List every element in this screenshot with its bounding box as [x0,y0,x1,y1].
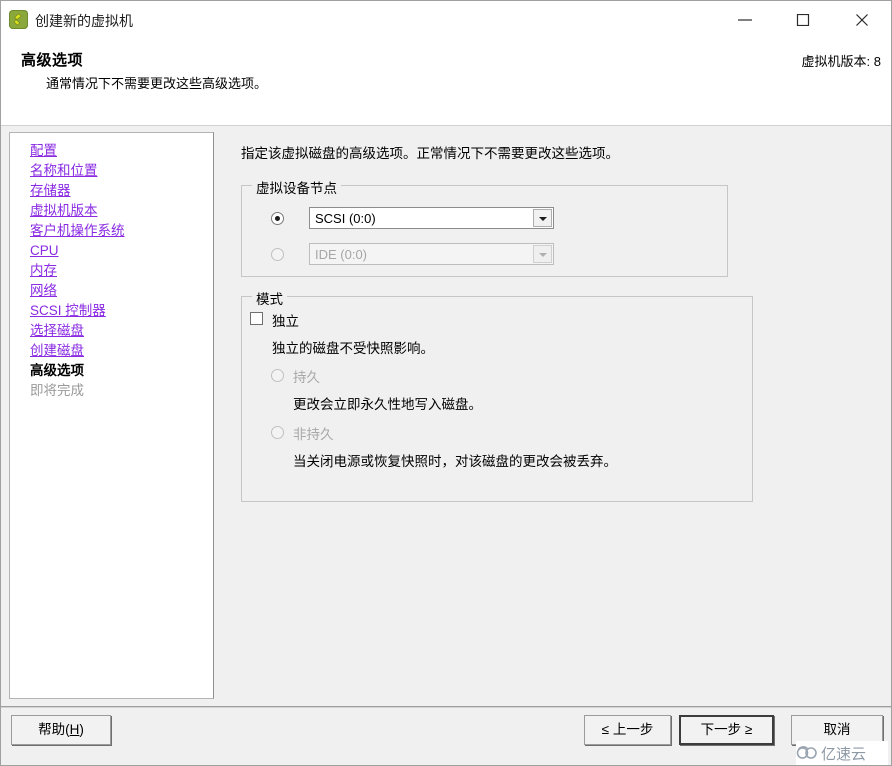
window-title: 创建新的虚拟机 [35,13,133,29]
wizard-header: 高级选项 通常情况下不需要更改这些高级选项。 虚拟机版本: 8 [1,39,891,126]
description-nonpersistent: 当关闭电源或恢复快照时，对该磁盘的更改会被丢弃。 [293,454,617,469]
sidebar-item-storage[interactable]: 存储器 [30,181,213,201]
scsi-node-value: SCSI (0:0) [315,211,376,226]
vm-app-icon [9,10,28,29]
mode-group: 模式 独立 独立的磁盘不受快照影响。 持久 更改会立即永久性地写入磁盘。 非持久… [241,288,753,502]
virtual-device-node-group: 虚拟设备节点 SCSI (0:0) IDE (0:0) [241,177,728,277]
description-independent: 独立的磁盘不受快照影响。 [272,341,434,356]
page-subtitle: 通常情况下不需要更改这些高级选项。 [46,76,268,91]
close-icon [856,14,868,26]
description-persistent: 更改会立即永久性地写入磁盘。 [293,397,482,412]
vm-version-label: 虚拟机版本: 8 [801,54,881,69]
mode-group-title: 模式 [252,288,287,308]
sidebar-item-cpu[interactable]: CPU [30,241,213,261]
help-button-label: 帮助(H) [38,722,84,737]
label-independent: 独立 [272,314,299,329]
sidebar-item-vm-version[interactable]: 虚拟机版本 [30,201,213,221]
cancel-button[interactable]: 取消 [791,715,883,745]
sidebar-item-advanced-options[interactable]: 高级选项 [30,361,213,381]
next-button[interactable]: 下一步 ≥ [679,715,774,745]
ide-node-value: IDE (0:0) [315,247,368,262]
scsi-node-combobox[interactable]: SCSI (0:0) [309,207,554,229]
create-vm-wizard-window: 创建新的虚拟机 高级选项 通常情况下不需要更改这些高级选项。 虚拟机版本: 8 [0,0,892,766]
radio-scsi-node[interactable] [271,212,284,225]
sidebar-item-name-location[interactable]: 名称和位置 [30,161,213,181]
checkbox-independent[interactable] [250,312,263,325]
chevron-down-icon[interactable] [533,209,552,227]
minimize-button[interactable] [722,1,768,37]
title-bar: 创建新的虚拟机 [1,1,891,39]
sidebar-item-scsi-controller[interactable]: SCSI 控制器 [30,301,213,321]
ide-node-combobox: IDE (0:0) [309,243,554,265]
label-persistent: 持久 [293,370,320,385]
sidebar-item-create-disk[interactable]: 创建磁盘 [30,341,213,361]
page-title: 高级选项 [21,52,84,69]
virtual-device-node-group-title: 虚拟设备节点 [252,177,341,197]
wizard-step-list: 配置 名称和位置 存储器 虚拟机版本 客户机操作系统 CPU 内存 网络 SCS… [10,141,213,401]
sidebar-item-ready-to-complete: 即将完成 [30,383,84,398]
sidebar-item-memory[interactable]: 内存 [30,261,213,281]
sidebar-item-select-disk[interactable]: 选择磁盘 [30,321,213,341]
maximize-button[interactable] [780,1,826,37]
sidebar-item-configuration[interactable]: 配置 [30,141,213,161]
close-button[interactable] [839,1,885,37]
wizard-footer: 帮助(H) ≤ 上一步 下一步 ≥ 取消 [1,708,891,765]
vm-app-icon-glyph [13,13,22,26]
wizard-main-pane: 指定该虚拟磁盘的高级选项。正常情况下不需要更改这些选项。 虚拟设备节点 SCSI… [228,126,883,704]
radio-ide-node[interactable] [271,248,284,261]
wizard-body: 配置 名称和位置 存储器 虚拟机版本 客户机操作系统 CPU 内存 网络 SCS… [1,126,891,706]
maximize-icon [796,14,810,26]
help-button[interactable]: 帮助(H) [11,715,111,745]
sidebar-item-guest-os[interactable]: 客户机操作系统 [30,221,213,241]
label-nonpersistent: 非持久 [293,427,334,442]
back-button[interactable]: ≤ 上一步 [584,715,671,745]
wizard-step-sidebar: 配置 名称和位置 存储器 虚拟机版本 客户机操作系统 CPU 内存 网络 SCS… [9,132,214,699]
chevron-down-icon-disabled [533,245,552,263]
radio-persistent [271,369,284,382]
radio-nonpersistent [271,426,284,439]
main-intro-text: 指定该虚拟磁盘的高级选项。正常情况下不需要更改这些选项。 [241,146,619,161]
minimize-icon [738,19,752,21]
sidebar-item-network[interactable]: 网络 [30,281,213,301]
